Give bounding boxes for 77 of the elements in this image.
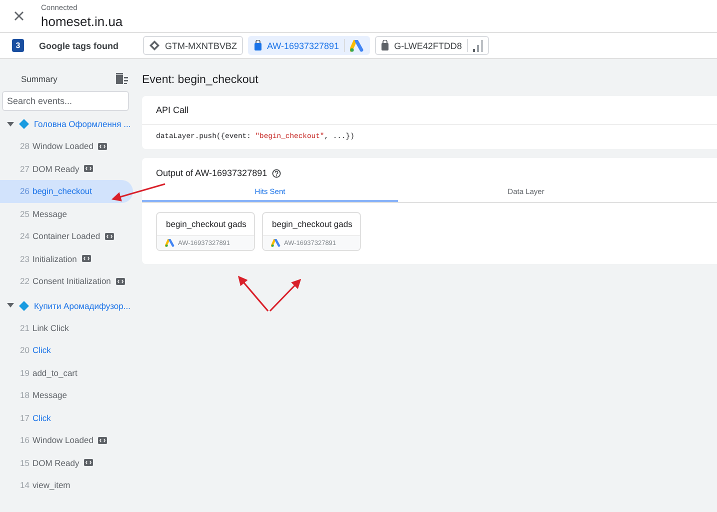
event-label: Click xyxy=(32,345,51,356)
event-label: begin_checkout xyxy=(32,186,92,196)
hit-name: begin_checkout gads xyxy=(271,218,354,231)
event-number: 14 xyxy=(20,480,30,490)
tag-chip[interactable]: GTM-MXNTBVBZ xyxy=(143,36,243,55)
event-label: add_to_cart xyxy=(32,368,78,378)
event-item[interactable]: 15 DOM Ready xyxy=(0,452,133,474)
analytics-bars-icon xyxy=(472,40,483,52)
event-item[interactable]: 21 Link Click xyxy=(0,316,133,339)
event-item[interactable]: 27 DOM Ready xyxy=(0,158,133,180)
event-number: 24 xyxy=(20,231,30,242)
page-group-title[interactable]: Купити Аромадифузор... xyxy=(34,300,130,310)
summary-link[interactable]: Summary xyxy=(21,74,58,84)
event-label: Message xyxy=(32,208,67,219)
ads-logo-icon xyxy=(165,239,175,247)
event-label: Click xyxy=(32,412,51,423)
event-label: Initialization xyxy=(32,254,77,264)
event-number: 15 xyxy=(20,458,30,468)
tag-chip[interactable]: AW-16937327891 xyxy=(248,36,370,55)
annotation-arrow xyxy=(111,183,166,202)
event-label: Window Loaded xyxy=(32,141,94,152)
clear-list-icon[interactable] xyxy=(116,73,128,84)
card-title: API Call xyxy=(142,96,717,125)
tag-count-badge: 3 xyxy=(12,39,24,52)
tags-found-label: Google tags found xyxy=(39,40,120,50)
event-label: Consent Initialization xyxy=(32,276,111,286)
event-label: view_item xyxy=(32,480,70,490)
event-number: 26 xyxy=(20,186,30,196)
search-field[interactable]: Search events... xyxy=(2,91,129,111)
event-label: Container Loaded xyxy=(32,231,100,242)
card-title: Output of AW-16937327891 xyxy=(156,168,268,178)
event-title: Event: begin_checkout xyxy=(142,74,260,88)
ads-logo-icon xyxy=(350,40,364,52)
event-number: 27 xyxy=(20,164,30,174)
close-icon[interactable] xyxy=(14,11,24,21)
diamond-icon xyxy=(19,119,29,129)
ads-logo-icon xyxy=(271,239,281,247)
event-item[interactable]: 23 Initialization xyxy=(0,248,133,270)
event-item[interactable]: 22 Consent Initialization xyxy=(0,270,133,292)
event-item[interactable]: 19 add_to_cart xyxy=(0,362,133,384)
help-icon[interactable] xyxy=(272,168,282,178)
event-number: 28 xyxy=(20,141,30,152)
event-number: 17 xyxy=(20,412,30,423)
event-number: 23 xyxy=(20,254,30,264)
tag-lock-icon xyxy=(381,40,390,51)
event-item[interactable]: 20 Click xyxy=(0,339,133,362)
event-number: 25 xyxy=(20,208,30,219)
event-number: 21 xyxy=(20,322,30,333)
event-item[interactable]: 16 Window Loaded xyxy=(0,429,133,452)
diamond-icon xyxy=(19,300,29,310)
page-group-title[interactable]: Головна Оформлення ... xyxy=(34,119,131,129)
event-item[interactable]: 17 Click xyxy=(0,406,133,429)
annotation-arrow xyxy=(269,278,302,312)
event-label: Window Loaded xyxy=(32,435,94,446)
event-item[interactable]: 24 Container Loaded xyxy=(0,225,133,248)
event-item[interactable]: 18 Message xyxy=(0,384,133,406)
event-item[interactable]: 28 Window Loaded xyxy=(0,135,133,158)
tag-chip[interactable]: G-LWE42FTDD8 xyxy=(375,36,489,55)
event-label: Message xyxy=(32,390,67,400)
event-number: 18 xyxy=(20,390,30,400)
event-number: 20 xyxy=(20,345,30,356)
event-item[interactable]: 26 begin_checkout xyxy=(0,180,133,202)
tag-lock-icon xyxy=(254,40,262,51)
event-number: 22 xyxy=(20,276,30,286)
event-item[interactable]: 25 Message xyxy=(0,202,133,225)
event-item[interactable]: 14 view_item xyxy=(0,474,133,496)
hit-name: begin_checkout gads xyxy=(165,218,248,231)
domain-title: homeset.in.ua xyxy=(41,14,123,29)
event-number: 16 xyxy=(20,435,30,446)
event-label: DOM Ready xyxy=(32,164,80,174)
diamond-icon xyxy=(149,40,160,51)
expand-caret-icon[interactable] xyxy=(7,303,14,308)
event-number: 19 xyxy=(20,368,30,378)
annotation-arrow xyxy=(238,276,269,312)
expand-caret-icon[interactable] xyxy=(7,122,14,126)
event-label: DOM Ready xyxy=(32,458,80,468)
event-label: Link Click xyxy=(32,322,69,333)
